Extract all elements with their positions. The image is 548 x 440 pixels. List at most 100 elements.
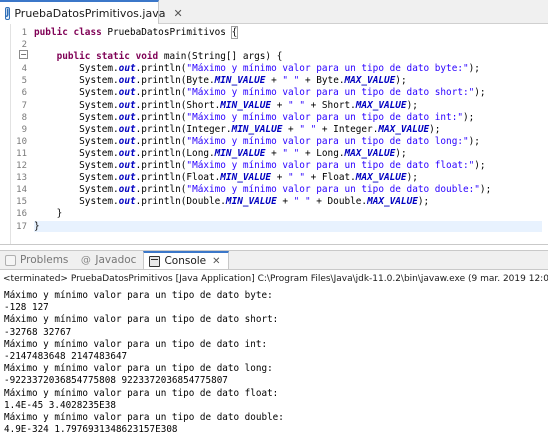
console-line: Máximo y mínimo valor para un tipo de da… [4, 314, 279, 326]
code-token: .println( [135, 160, 187, 172]
code-token: " " [288, 172, 305, 184]
code-line[interactable]: System.out.println(Short.MIN_VALUE + " "… [34, 100, 542, 112]
code-token: + [282, 123, 300, 135]
code-token: PruebaDatosPrimitivos [107, 27, 232, 38]
line-number: 13 [16, 173, 27, 184]
code-line[interactable]: System.out.println(Integer.MIN_VALUE + "… [34, 124, 542, 136]
code-token: ); [468, 135, 480, 147]
code-token: + Double. [310, 196, 368, 208]
line-number: 1 [21, 28, 27, 38]
editor-horizontal-scroll[interactable] [34, 232, 544, 244]
code-line[interactable]: System.out.println(Byte.MIN_VALUE + " " … [34, 75, 542, 87]
code-token: "Máximo y mínimo valor para un tipo de d… [186, 135, 469, 147]
code-token: " " [293, 196, 311, 208]
line-number: 14 [16, 185, 27, 196]
code-line[interactable]: System.out.println(Float.MIN_VALUE + " "… [34, 172, 542, 184]
code-token: ); [395, 147, 407, 159]
code-line[interactable]: System.out.println("Máximo y mínimo valo… [34, 63, 542, 75]
code-token: out [118, 63, 136, 75]
fold-collapse-icon[interactable]: − [19, 50, 28, 59]
code-token: System. [34, 184, 119, 196]
code-line[interactable]: public class PruebaDatosPrimitivos { [34, 26, 542, 39]
code-token: } [34, 208, 63, 220]
line-number: 8 [21, 112, 27, 123]
code-line[interactable]: System.out.println("Máximo y mínimo valo… [34, 112, 542, 124]
code-token: + Long. [299, 147, 345, 159]
code-line[interactable]: } [34, 208, 542, 220]
code-token: MIN_VALUE [231, 123, 283, 135]
tab-problems[interactable]: Problems [0, 251, 75, 269]
code-token: public static void [56, 51, 164, 63]
code-token: ); [463, 111, 475, 123]
code-token: + [271, 99, 289, 111]
close-icon[interactable]: ✕ [212, 256, 220, 267]
code-token: out [118, 135, 136, 147]
line-number: 7 [21, 100, 27, 111]
terminated-status: <terminated> PruebaDatosPrimitivos [Java… [3, 274, 548, 284]
tab-label: Javadoc [95, 254, 137, 266]
code-token: out [118, 160, 136, 172]
code-token: .println( [135, 87, 187, 99]
console-line: Máximo y mínimo valor para un tipo de da… [4, 411, 284, 423]
code-token: + [265, 147, 283, 159]
code-token: MAX_VALUE [367, 196, 418, 208]
code-line[interactable]: System.out.println("Máximo y mínimo valo… [34, 184, 542, 196]
problems-icon [5, 254, 16, 266]
code-token: .println(Long. [135, 147, 215, 159]
code-token: MAX_VALUE [355, 172, 407, 184]
code-token: MIN_VALUE [214, 75, 266, 87]
code-token: " " [288, 99, 305, 111]
console-line: 4.9E-324 1.7976931348623157E308 [4, 424, 178, 436]
code-token: ); [474, 160, 486, 172]
code-line[interactable] [34, 39, 542, 51]
code-token: System. [34, 135, 119, 147]
editor-tab-bar: J PruebaDatosPrimitivos.java ✕ [0, 0, 548, 24]
console-line: Máximo y mínimo valor para un tipo de da… [4, 338, 268, 350]
code-token: System. [34, 87, 119, 99]
code-token: out [118, 196, 136, 208]
editor-tab-label: PruebaDatosPrimitivos.java [14, 6, 166, 20]
code-line[interactable]: public static void main(String[] args) { [34, 51, 542, 63]
code-line[interactable]: System.out.println("Máximo y mínimo valo… [34, 87, 542, 99]
code-editor[interactable]: J PruebaDatosPrimitivos.java ✕ 123456789… [0, 0, 548, 245]
code-token: MIN_VALUE [225, 196, 277, 208]
code-token: + Float. [304, 172, 356, 184]
code-token: + Byte. [299, 75, 345, 87]
code-token: { [230, 26, 239, 39]
code-token: MAX_VALUE [344, 147, 396, 159]
close-tab-icon[interactable]: ✕ [173, 7, 182, 20]
console-line: Máximo y mínimo valor para un tipo de da… [4, 387, 279, 399]
code-token: .println(Float. [135, 172, 221, 184]
line-number: 12 [16, 161, 27, 172]
console-line: -128 127 [4, 302, 49, 314]
code-token: ); [468, 63, 480, 75]
code-token: + [271, 172, 289, 184]
console-output[interactable]: Máximo y mínimo valor para un tipo de da… [4, 290, 544, 436]
code-token: ); [406, 172, 418, 184]
code-token: .println( [135, 63, 187, 75]
code-line[interactable]: System.out.println("Máximo y mínimo valo… [34, 136, 542, 148]
code-line[interactable]: System.out.println(Double.MIN_VALUE + " … [34, 196, 542, 208]
code-token: "Máximo y mínimo valor para un tipo de d… [186, 184, 480, 196]
code-token: MAX_VALUE [355, 99, 407, 111]
editor-tab-prueba-datos-primitivos[interactable]: J PruebaDatosPrimitivos.java ✕ [0, 0, 183, 24]
code-token: out [118, 75, 136, 87]
code-line[interactable]: System.out.println(Long.MIN_VALUE + " " … [34, 148, 542, 160]
line-number: 5 [21, 76, 27, 87]
code-token: System. [34, 196, 119, 208]
code-text[interactable]: public class PruebaDatosPrimitivos { pub… [34, 26, 542, 233]
tab-console[interactable]: Console ✕ [143, 251, 229, 269]
code-token: main(String[] args) { [163, 51, 283, 63]
tab-javadoc[interactable]: @ Javadoc [75, 251, 143, 269]
code-token: "Máximo y mínimo valor para un tipo de d… [186, 63, 469, 75]
code-token: .println(Short. [135, 99, 221, 111]
tab-label: Problems [20, 254, 69, 266]
code-token: .println(Integer. [135, 123, 232, 135]
code-token: ); [395, 75, 407, 87]
code-token: + [276, 196, 294, 208]
code-token: System. [34, 172, 119, 184]
code-line[interactable]: System.out.println("Máximo y mínimo valo… [34, 160, 542, 172]
code-line[interactable]: } [34, 220, 542, 233]
panel-tab-bar: Problems @ Javadoc Console ✕ [0, 250, 548, 270]
